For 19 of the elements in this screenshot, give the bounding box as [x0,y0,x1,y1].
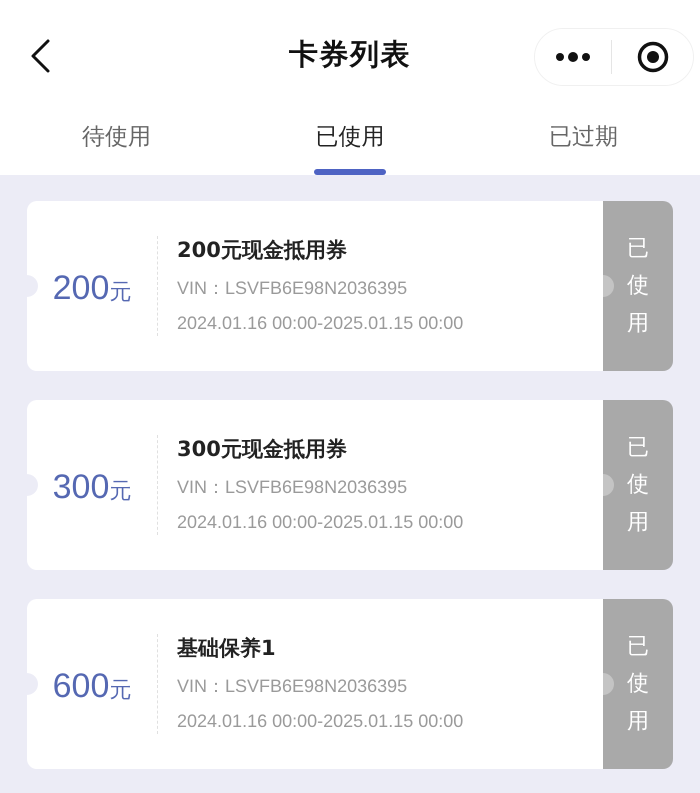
coupon-vin: VIN：LSVFB6E98N2036395 [177,476,408,499]
tab[interactable]: 已过期 [466,110,700,175]
status-label: 已使用 [627,632,649,736]
coupon-vin: VIN：LSVFB6E98N2036395 [177,276,408,300]
coupon-title: 基础保养1 [177,635,277,662]
tab[interactable]: 待使用 [0,110,234,175]
page-title: 卡券列表 [289,36,411,74]
status-label: 已使用 [627,434,649,537]
coupon-vin: VIN：LSVFB6E98N2036395 [177,674,408,698]
coupon-title: 200元现金抵用券 [177,237,348,264]
coupon-amount: 300元 [52,466,132,508]
coupon-amount: 200元 [52,268,132,308]
tab[interactable]: 已使用 [233,110,467,175]
coupon-amount: 600元 [52,666,132,706]
coupon-period: 2024.01.16 00:00-2025.01.15 00:00 [177,710,464,733]
coupon-period: 2024.01.16 00:00-2025.01.15 00:00 [177,312,464,335]
status-label: 已使用 [627,234,649,338]
coupon-title: 300元现金抵用券 [177,436,348,464]
coupon-period: 2024.01.16 00:00-2025.01.15 00:00 [177,510,464,534]
